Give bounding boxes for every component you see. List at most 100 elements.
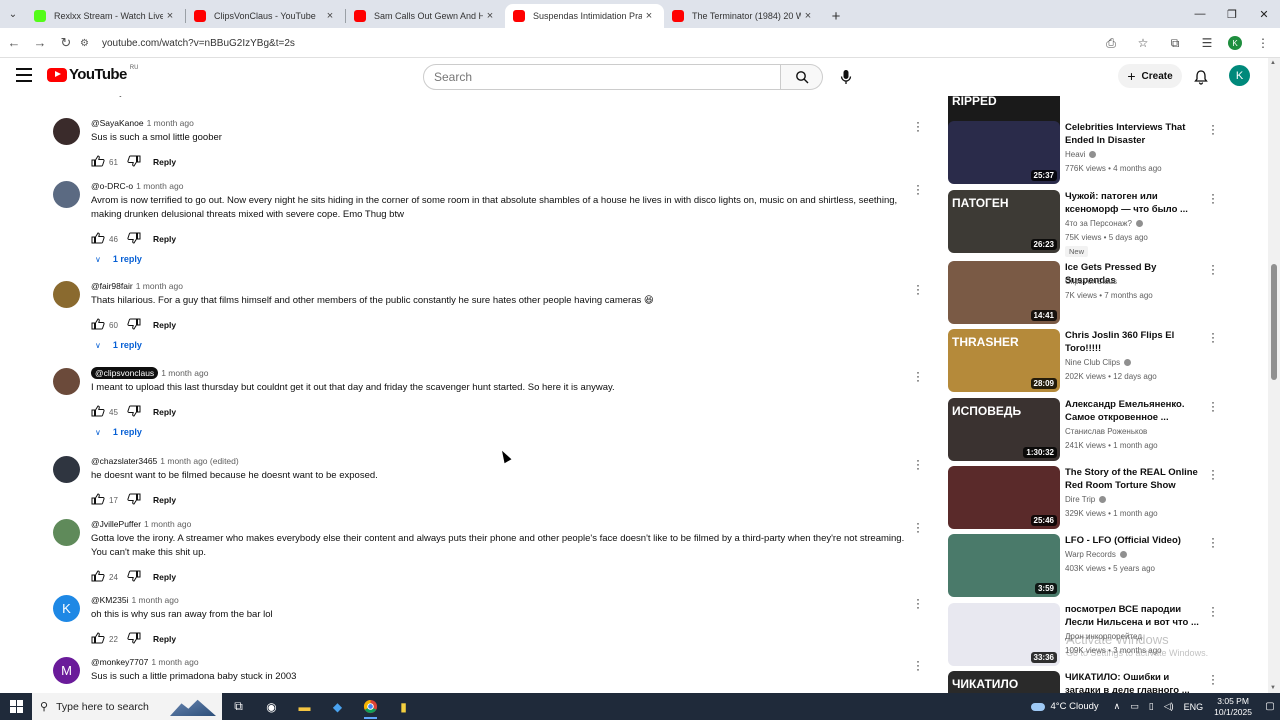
- video-title[interactable]: посмотрел ВСЕ пародии Лесли Нильсена и в…: [1065, 603, 1201, 629]
- dislike-icon[interactable]: [127, 318, 141, 332]
- taskbar-search-input[interactable]: ⚲ Type here to search: [32, 693, 222, 720]
- notifications-bell-icon[interactable]: [1190, 66, 1212, 88]
- account-avatar[interactable]: K: [1229, 65, 1250, 86]
- reply-button[interactable]: Reply: [153, 234, 176, 244]
- comment-menu-icon[interactable]: · · ·: [913, 517, 923, 537]
- forward-icon[interactable]: →: [28, 31, 52, 55]
- reply-button[interactable]: Reply: [153, 407, 176, 417]
- comment-avatar[interactable]: [53, 456, 80, 483]
- comment-author[interactable]: @chazslater3465: [91, 456, 157, 466]
- video-menu-icon[interactable]: · · ·: [1208, 396, 1218, 416]
- tab-close-icon[interactable]: ×: [642, 10, 656, 22]
- new-tab-button[interactable]: +: [823, 4, 849, 28]
- reply-button[interactable]: Reply: [153, 634, 176, 644]
- video-menu-icon[interactable]: · · ·: [1208, 464, 1218, 484]
- video-title[interactable]: Александр Емельяненко. Самое откровенное…: [1065, 398, 1201, 424]
- dislike-icon[interactable]: [127, 232, 141, 246]
- voice-search-button[interactable]: [832, 64, 860, 90]
- chrome-icon[interactable]: [354, 693, 387, 720]
- tab-close-icon[interactable]: ×: [483, 10, 497, 22]
- reply-button[interactable]: Reply: [153, 572, 176, 582]
- search-input[interactable]: Search: [423, 64, 781, 90]
- video-menu-icon[interactable]: · · ·: [1208, 327, 1218, 347]
- comment-avatar[interactable]: [53, 118, 80, 145]
- extensions-icon[interactable]: ⧉: [1164, 32, 1186, 54]
- file-explorer-icon[interactable]: ▬: [288, 693, 321, 720]
- task-view-icon[interactable]: ⧉: [222, 693, 255, 720]
- video-channel[interactable]: 4то за Персонаж?: [1065, 219, 1143, 228]
- browser-tab[interactable]: Rexlxx Stream - Watch Live on Kick×: [26, 4, 185, 28]
- comment-time[interactable]: 1 month ago: [151, 657, 198, 667]
- video-title[interactable]: LFO - LFO (Official Video): [1065, 534, 1201, 547]
- volume-icon[interactable]: ◁): [1164, 701, 1174, 712]
- site-info-icon[interactable]: ⚙: [80, 38, 102, 49]
- like-icon[interactable]: [91, 405, 105, 419]
- video-thumbnail[interactable]: 14:41: [948, 261, 1060, 324]
- reply-button[interactable]: Reply: [153, 495, 176, 505]
- comment-avatar[interactable]: K: [53, 595, 80, 622]
- comment-avatar[interactable]: [53, 281, 80, 308]
- related-video[interactable]: THRASHER 28:09 Chris Joslin 360 Flips El T…: [946, 327, 1266, 393]
- video-menu-icon[interactable]: · · ·: [1208, 119, 1218, 139]
- video-channel[interactable]: ClipsVonClaus: [1065, 277, 1117, 286]
- youtube-logo[interactable]: YouTube RU: [47, 65, 138, 83]
- video-thumbnail[interactable]: ПАТОГЕН 26:23: [948, 190, 1060, 253]
- tab-search-icon[interactable]: ⌄: [0, 0, 26, 28]
- comment-avatar[interactable]: [53, 181, 80, 208]
- back-icon[interactable]: ←: [2, 31, 26, 55]
- comment-author[interactable]: @SayaKanoe: [91, 118, 144, 128]
- reply-button[interactable]: Reply: [153, 157, 176, 167]
- dislike-icon[interactable]: [127, 155, 141, 169]
- comment-time[interactable]: 1 month ago: [147, 118, 194, 128]
- dislike-icon[interactable]: [127, 405, 141, 419]
- windows-start-icon[interactable]: [0, 693, 32, 720]
- hamburger-menu-icon[interactable]: [16, 68, 32, 82]
- related-video[interactable]: 3:59 LFO - LFO (Official Video) Warp Recor…: [946, 532, 1266, 598]
- browser-menu-icon[interactable]: ⋮: [1252, 32, 1274, 54]
- reload-icon[interactable]: ↻: [54, 31, 78, 55]
- comment-avatar[interactable]: [53, 368, 80, 395]
- like-icon[interactable]: [91, 232, 105, 246]
- dislike-icon[interactable]: [127, 570, 141, 584]
- comment-menu-icon[interactable]: · · ·: [913, 454, 923, 474]
- url-field[interactable]: ⚙ youtube.com/watch?v=nBBuG2IzYBg&t=2s: [80, 32, 1170, 54]
- view-replies-button[interactable]: ∨ 1 reply: [95, 427, 142, 437]
- app-icon-yellow[interactable]: ▮: [387, 693, 420, 720]
- comment-author[interactable]: @fair98fair: [91, 281, 133, 291]
- related-video[interactable]: 25:37 Celebrities Interviews That Ended I…: [946, 119, 1266, 185]
- like-icon[interactable]: [91, 318, 105, 332]
- video-menu-icon[interactable]: · · ·: [1208, 601, 1218, 621]
- comment-menu-icon[interactable]: · · ·: [913, 116, 923, 136]
- view-replies-button[interactable]: ∨ 1 reply: [95, 340, 142, 350]
- comment-menu-icon[interactable]: · · ·: [913, 366, 923, 386]
- reply-button[interactable]: Reply: [153, 320, 176, 330]
- video-thumbnail[interactable]: THRASHER 28:09: [948, 329, 1060, 392]
- like-icon[interactable]: [91, 570, 105, 584]
- video-title[interactable]: Celebrities Interviews That Ended In Dis…: [1065, 121, 1201, 147]
- search-button[interactable]: [781, 64, 823, 90]
- like-icon[interactable]: [91, 155, 105, 169]
- video-channel[interactable]: Станислав Роженьков: [1065, 427, 1147, 436]
- comment-time[interactable]: 1 month ago: [136, 281, 183, 291]
- video-thumbnail[interactable]: ИСПОВЕДЬ 1:30:32: [948, 398, 1060, 461]
- video-thumbnail[interactable]: 25:37: [948, 121, 1060, 184]
- comment-author[interactable]: @JvillePuffer: [91, 519, 141, 529]
- close-window-icon[interactable]: ✕: [1248, 0, 1280, 28]
- minimize-icon[interactable]: —: [1184, 0, 1216, 28]
- tab-close-icon[interactable]: ×: [163, 10, 177, 22]
- browser-tab[interactable]: Suspendas Intimidation Practices×: [505, 4, 664, 28]
- like-icon[interactable]: [91, 632, 105, 646]
- related-video[interactable]: ПАТОГЕН 26:23 Чужой: патоген или ксеноморф…: [946, 188, 1266, 257]
- like-icon[interactable]: [91, 493, 105, 507]
- comment-menu-icon[interactable]: · · ·: [913, 593, 923, 613]
- related-video[interactable]: 25:46 The Story of the REAL Online Red Ro…: [946, 464, 1266, 530]
- video-title[interactable]: Чужой: патоген или ксеноморф — что было …: [1065, 190, 1201, 216]
- comment-author[interactable]: @monkey7707: [91, 657, 148, 667]
- view-replies-button[interactable]: ∨ 1 reply: [95, 254, 142, 264]
- bookmark-star-icon[interactable]: ☆: [1132, 32, 1154, 54]
- restore-icon[interactable]: ❐: [1216, 0, 1248, 28]
- dislike-icon[interactable]: [127, 632, 141, 646]
- video-menu-icon[interactable]: · · ·: [1208, 259, 1218, 279]
- scrollbar-thumb[interactable]: [1271, 264, 1277, 380]
- battery-icon[interactable]: ▯: [1149, 701, 1154, 712]
